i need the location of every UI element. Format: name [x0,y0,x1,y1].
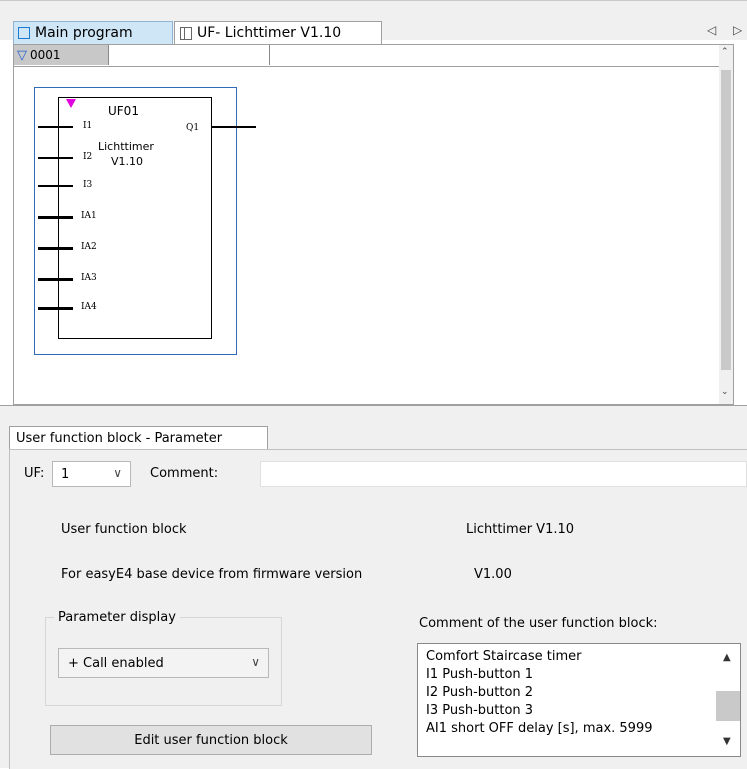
input-pin-label: IA2 [81,242,97,252]
ufb-comment-label: Comment of the user function block: [419,616,658,631]
input-pin-label: I2 [83,152,93,162]
function-block-icon [180,26,192,40]
input-pin-label: I3 [83,180,93,190]
block-marker-icon [66,99,76,108]
parameter-display-title: Parameter display [54,610,180,625]
parameter-display-select[interactable]: + Call enabled ∨ [58,648,269,678]
scroll-up-icon[interactable]: ⌃ [721,47,729,57]
output-pin-label: Q1 [186,123,200,133]
output-pin-q1[interactable] [212,126,256,128]
uf-number-select[interactable]: 1 ∨ [52,461,131,487]
rung-comment-cell[interactable] [110,45,270,65]
scroll-down-icon[interactable]: ⌄ [721,387,729,397]
tab-bar-border [0,0,747,1]
editor-vertical-scrollbar[interactable]: ⌃ ⌄ [719,45,733,404]
comment-field[interactable] [260,461,747,487]
ufb-comment-line: I2 Push-button 2 [426,685,534,700]
tab-uf-label: UF- Lichttimer V1.10 [197,25,342,41]
scroll-up-icon[interactable]: ▲ [723,652,731,663]
firmware-label: For easyE4 base device from firmware ver… [61,567,363,582]
scroll-down-icon[interactable]: ▼ [723,736,731,747]
tab-main-program[interactable]: Main program [13,21,173,44]
input-pin-i3[interactable] [38,185,73,187]
input-pin-i1[interactable] [38,126,73,128]
ufb-comment-line: AI1 short OFF delay [s], max. 5999 [426,721,653,736]
parameter-display-value: + Call enabled [68,655,164,671]
ufb-comment-line: I1 Push-button 1 [426,667,534,682]
parameter-panel: User function block - Parameter UF: 1 ∨ … [0,405,747,769]
block-id: UF01 [108,104,139,118]
scrollbar-thumb[interactable] [716,691,740,721]
ufb-comment-box[interactable]: Comfort Staircase timer I1 Push-button 1… [417,643,741,757]
scroll-tabs-left-icon[interactable]: ◁ [707,23,716,37]
ufb-name-value: Lichttimer V1.10 [466,522,575,537]
input-pin-label: I1 [83,121,93,131]
input-pin-ia2[interactable] [38,247,73,250]
input-pin-i2[interactable] [38,157,73,159]
input-pin-label: IA4 [81,302,97,312]
input-pin-ia1[interactable] [38,216,73,219]
input-pin-ia3[interactable] [38,278,73,281]
parameter-tab-label: User function block - Parameter [16,431,223,446]
program-tab-bar: Main program UF- Lichttimer V1.10 ◁ ▷ [0,0,747,44]
chevron-down-icon: ∨ [251,655,260,669]
rung-header: ▽ 0001 [14,45,733,67]
firmware-value: V1.00 [474,567,512,582]
block-name-line2: V1.10 [111,155,144,168]
collapse-triangle-icon[interactable]: ▽ [17,48,27,63]
tab-user-function[interactable]: UF- Lichttimer V1.10 [174,21,382,44]
ufb-comment-line: I3 Push-button 3 [426,703,534,718]
uf-number-value: 1 [61,466,70,482]
edit-ufb-button-label: Edit user function block [134,732,288,748]
input-pin-label: IA1 [81,211,97,221]
tab-main-label: Main program [35,25,133,41]
block-name-line1: Lichttimer [98,140,154,153]
uf-label: UF: [24,466,45,481]
edit-ufb-button[interactable]: Edit user function block [50,725,372,755]
rung-number: 0001 [30,48,61,62]
scrollbar-thumb[interactable] [721,70,731,370]
program-icon [18,27,30,39]
input-pin-ia4[interactable] [38,307,73,310]
rung-number-cell[interactable]: ▽ 0001 [14,45,109,65]
input-pin-label: IA3 [81,273,97,283]
chevron-down-icon: ∨ [113,466,122,480]
comment-label: Comment: [150,466,219,481]
comment-scrollbar[interactable]: ▲ ▼ [716,644,740,756]
tab-ufb-parameter[interactable]: User function block - Parameter [9,426,268,450]
scroll-tabs-right-icon[interactable]: ▷ [733,23,742,37]
ufb-label: User function block [61,522,187,537]
ufb-comment-line: Comfort Staircase timer [426,649,582,664]
